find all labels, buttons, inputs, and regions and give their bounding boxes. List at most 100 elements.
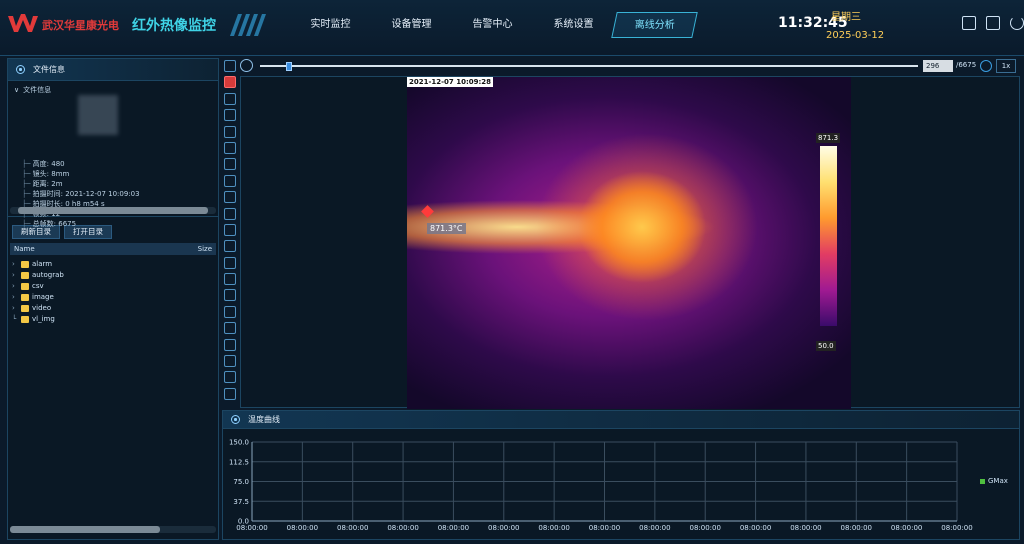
clock-date: 2025-03-12: [826, 30, 885, 41]
frame-timestamp: 2021-12-07 10:09:28: [407, 77, 494, 87]
app-title: 红外热像监控: [132, 18, 216, 34]
nav-offline-analysis[interactable]: 离线分析: [611, 12, 698, 38]
chevron-down-icon: ∨: [14, 86, 20, 94]
analysis-toolbar: [222, 58, 238, 408]
clock-weekday: 星期三: [831, 12, 861, 23]
x-tick-label: 08:00:00: [337, 524, 368, 532]
delete-icon[interactable]: [224, 109, 236, 122]
curve-panel-header: 温度曲线: [223, 411, 1019, 429]
top-bar: 武汉华星康光电 红外热像监控 实时监控 设备管理 告警中心 系统设置 离线分析 …: [0, 0, 1024, 56]
x-tick-label: 08:00:00: [689, 524, 720, 532]
chevron-right-icon[interactable]: ›: [12, 270, 18, 281]
temperature-curve-panel: 温度曲线 150.0 112.5 75.0 37.5 0.0 08:00:00 08:00:…: [222, 410, 1020, 540]
scrollbar-thumb[interactable]: [18, 207, 208, 214]
list-item[interactable]: › alarm: [12, 259, 214, 270]
x-tick-label: 08:00:00: [841, 524, 872, 532]
folder-tree: › alarm › autograb › csv › image › video └ vl_…: [8, 255, 218, 329]
speed-select[interactable]: 1x: [996, 59, 1016, 73]
list-item[interactable]: › video: [12, 303, 214, 314]
frame-number-input[interactable]: 296: [923, 60, 953, 72]
decorative-stripes: [229, 14, 274, 36]
x-tick-label: 08:00:00: [236, 524, 267, 532]
folder-label: autograb: [32, 271, 64, 279]
y-tick-label: 75.0: [233, 478, 249, 486]
edit-icon[interactable]: [224, 207, 236, 220]
file-panel-header: 文件信息: [8, 59, 218, 81]
list-item[interactable]: └ vl_img: [12, 314, 214, 325]
layers-icon[interactable]: [224, 387, 236, 400]
file-info-tree: ∨ 文件信息 高度: 480 镜头: 8mm 距离: 2m 拍摄时间: 2021…: [8, 81, 218, 228]
restore-window-icon[interactable]: [986, 16, 1000, 30]
frame-total: /6675: [956, 61, 977, 69]
x-tick-label: 08:00:00: [589, 524, 620, 532]
loop-icon[interactable]: [980, 60, 992, 72]
panel-icon: [16, 65, 25, 74]
folder-label: image: [32, 293, 54, 301]
nav-system-settings[interactable]: 系统设置: [533, 12, 614, 38]
chevron-right-icon[interactable]: ›: [12, 259, 18, 270]
info-height: 高度: 480: [22, 159, 140, 169]
tree-horizontal-scrollbar[interactable]: [10, 526, 216, 533]
power-icon[interactable]: [1010, 16, 1024, 30]
legend-swatch: [980, 478, 985, 484]
info-total-frames: 总帧数: 6675: [22, 219, 140, 229]
chevron-right-icon[interactable]: ›: [12, 292, 18, 303]
thermal-image[interactable]: 2021-12-07 10:09:28 871.3°C: [407, 77, 851, 409]
x-tick-label: 08:00:00: [790, 524, 821, 532]
x-tick-label: 08:00:00: [891, 524, 922, 532]
image-icon[interactable]: [224, 305, 236, 318]
lock-icon[interactable]: [224, 371, 236, 384]
folder-open-icon[interactable]: [224, 60, 236, 72]
camera-icon[interactable]: [224, 322, 236, 335]
zoom-in-icon[interactable]: [224, 256, 236, 269]
line-icon[interactable]: [224, 141, 236, 154]
y-tick-label: 37.5: [233, 498, 249, 506]
file-panel-title: 文件信息: [33, 65, 65, 74]
column-size[interactable]: Size: [198, 243, 212, 255]
curve-panel-title: 温度曲线: [248, 415, 280, 424]
circle-icon[interactable]: [224, 174, 236, 187]
scrollbar-thumb[interactable]: [10, 526, 160, 533]
x-tick-label: 08:00:00: [438, 524, 469, 532]
video-icon[interactable]: [224, 355, 236, 368]
y-tick-label: 112.5: [229, 458, 249, 466]
chevron-right-icon[interactable]: ›: [12, 281, 18, 292]
zoom-out-icon[interactable]: [224, 273, 236, 286]
redacted-block: [78, 95, 118, 135]
column-name[interactable]: Name: [14, 243, 35, 255]
folder-icon: [21, 316, 29, 323]
chevron-right-icon[interactable]: ›: [12, 303, 18, 314]
list-item[interactable]: › csv: [12, 281, 214, 292]
record-icon[interactable]: [224, 338, 236, 351]
folder-icon: [21, 294, 29, 301]
temperature-colorbar: [820, 146, 837, 326]
pointer-icon[interactable]: [224, 76, 236, 89]
company-logo-icon: [8, 14, 38, 32]
info-horizontal-scrollbar[interactable]: [10, 207, 216, 214]
info-capture-time: 拍摄时间: 2021-12-07 10:09:03: [22, 189, 140, 199]
fit-icon[interactable]: [224, 289, 236, 302]
crosshair-icon[interactable]: [224, 125, 236, 138]
folder-label: csv: [32, 282, 44, 290]
ellipse-icon[interactable]: [224, 191, 236, 204]
list-item[interactable]: › image: [12, 292, 214, 303]
y-tick-label: 150.0: [229, 439, 249, 447]
playback-bar: 296 /6675 1x: [240, 58, 1020, 74]
file-info-root[interactable]: ∨ 文件信息: [14, 85, 212, 95]
pause-button[interactable]: [240, 59, 253, 72]
nav-alarm-center[interactable]: 告警中心: [452, 12, 533, 38]
x-tick-label: 08:00:00: [941, 524, 972, 532]
list-item[interactable]: › autograb: [12, 270, 214, 281]
nav-device-management[interactable]: 设备管理: [371, 12, 452, 38]
frame-slider[interactable]: [260, 65, 918, 67]
thermometer-icon[interactable]: [224, 92, 236, 105]
terminal-icon[interactable]: [962, 16, 976, 30]
rectangle-icon[interactable]: [224, 158, 236, 171]
frame-slider-handle[interactable]: [285, 62, 292, 71]
x-tick-label: 08:00:00: [538, 524, 569, 532]
company-name: 武汉华星康光电: [42, 19, 119, 32]
polygon-icon[interactable]: [224, 223, 236, 236]
palette-icon[interactable]: [224, 240, 236, 253]
nav-realtime-monitor[interactable]: 实时监控: [290, 12, 371, 38]
panel-icon: [231, 415, 240, 424]
